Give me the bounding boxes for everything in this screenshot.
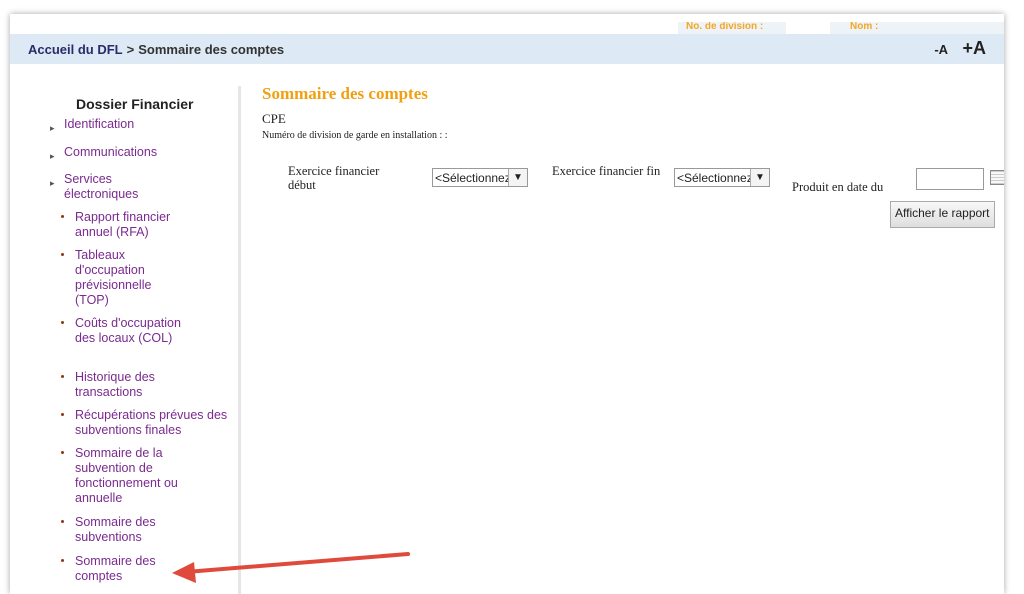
annotation-arrow-line <box>184 552 410 574</box>
annotation-arrow <box>172 552 410 583</box>
annotation-arrow-head <box>172 562 196 583</box>
